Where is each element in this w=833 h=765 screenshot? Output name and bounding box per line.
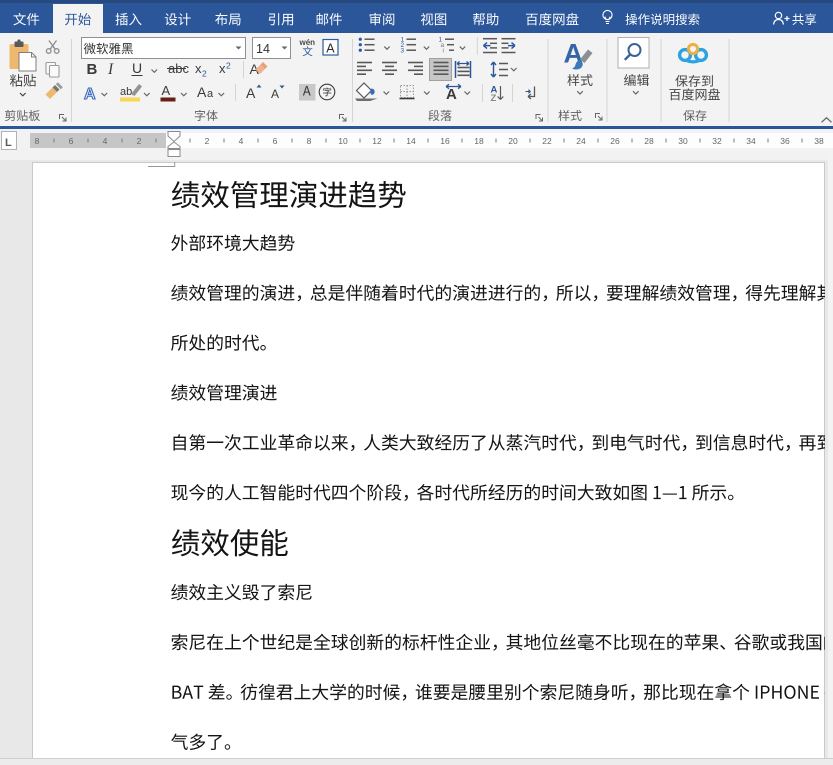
svg-text:8: 8	[35, 136, 40, 146]
svg-text:24: 24	[576, 136, 586, 146]
svg-text:A: A	[446, 86, 457, 103]
svg-text:18: 18	[474, 136, 484, 146]
svg-text:2: 2	[137, 136, 142, 146]
svg-text:12: 12	[372, 136, 382, 146]
svg-text:8: 8	[307, 136, 312, 146]
svg-text:20: 20	[508, 136, 518, 146]
svg-text:6: 6	[273, 136, 278, 146]
svg-text:4: 4	[239, 136, 244, 146]
svg-text:B: B	[87, 61, 98, 78]
svg-text:a: a	[207, 88, 214, 100]
svg-text:A: A	[162, 83, 171, 98]
svg-text:30: 30	[678, 136, 688, 146]
svg-text:3: 3	[401, 48, 405, 55]
svg-text:6: 6	[69, 136, 74, 146]
svg-text:10: 10	[338, 136, 348, 146]
svg-text:16: 16	[440, 136, 450, 146]
svg-text:x: x	[219, 61, 226, 76]
svg-text:ab: ab	[120, 86, 132, 98]
svg-text:A: A	[271, 87, 279, 101]
svg-text:36: 36	[780, 136, 790, 146]
svg-text:22: 22	[542, 136, 552, 146]
svg-text:2: 2	[205, 136, 210, 146]
svg-text:32: 32	[712, 136, 722, 146]
svg-text:A: A	[84, 86, 96, 103]
svg-text:i: i	[443, 48, 444, 55]
svg-text:L: L	[5, 137, 12, 149]
svg-text:wén: wén	[299, 38, 316, 47]
svg-text:38: 38	[814, 136, 824, 146]
svg-text:28: 28	[644, 136, 654, 146]
svg-text:A: A	[326, 42, 335, 56]
svg-text:U: U	[132, 60, 142, 76]
svg-text:14: 14	[406, 136, 416, 146]
svg-text:2: 2	[202, 69, 207, 79]
svg-text:26: 26	[610, 136, 620, 146]
svg-text:Z: Z	[491, 93, 497, 104]
svg-text:4: 4	[103, 136, 108, 146]
svg-text:A: A	[246, 85, 256, 101]
svg-text:I: I	[107, 61, 114, 78]
svg-text:A: A	[197, 84, 207, 100]
svg-text:2: 2	[226, 61, 231, 71]
svg-text:34: 34	[746, 136, 756, 146]
svg-text:x: x	[195, 61, 202, 76]
